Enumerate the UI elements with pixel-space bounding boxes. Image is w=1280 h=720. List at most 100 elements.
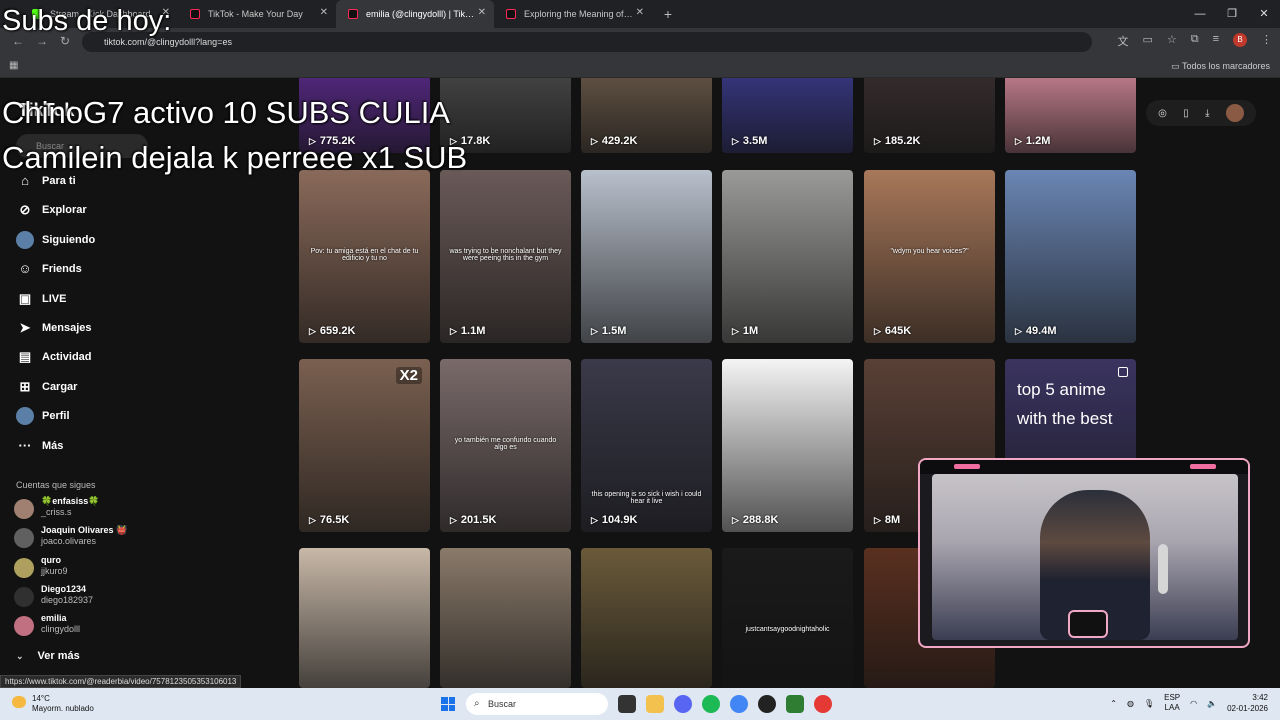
- apps-grid-icon[interactable]: ▦: [9, 60, 18, 71]
- video-card[interactable]: Pov: tu amiga está en el chat de tu edif…: [299, 170, 430, 343]
- video-caption: was trying to be nonchalant but they wer…: [449, 248, 562, 262]
- system-tray: ⌃ ◍ 🎙 ESP LAA ◠ 🔈 3:42 02-01-2026: [1110, 692, 1268, 714]
- file-explorer-icon[interactable]: [646, 695, 664, 713]
- chevron-up-icon[interactable]: ⌃: [1110, 699, 1117, 708]
- video-card[interactable]: this opening is so sick i wish i could h…: [581, 359, 712, 532]
- language-indicator[interactable]: ESP LAA: [1164, 693, 1180, 713]
- tab-emilia-profile[interactable]: emilia (@clingydolll) | TikTok ✕: [336, 0, 494, 28]
- taskbar-search[interactable]: ⌕ Buscar: [466, 693, 608, 715]
- chrome-icon[interactable]: [730, 695, 748, 713]
- tab-label: Exploring the Meaning of Nana: [524, 9, 634, 19]
- view-count: ▷ 659.2K: [309, 325, 355, 337]
- frame-decoration: [954, 464, 980, 469]
- video-card[interactable]: was trying to be nonchalant but they wer…: [440, 170, 571, 343]
- video-card[interactable]: [299, 548, 430, 688]
- start-button[interactable]: [441, 697, 455, 711]
- sidebar-item-explorar[interactable]: ⊘ Explorar: [16, 200, 87, 220]
- sidebar-item-label: Actividad: [42, 351, 92, 364]
- video-card[interactable]: [581, 548, 712, 688]
- close-icon[interactable]: ✕: [478, 7, 486, 18]
- sidebar-item-perfil[interactable]: Perfil: [16, 406, 70, 426]
- mic-icon[interactable]: 🎙: [1144, 699, 1154, 708]
- following-avatar-icon: [16, 230, 34, 249]
- video-card[interactable]: "wdym you hear voices?" ▷ 645K: [864, 170, 995, 343]
- app-icon[interactable]: [786, 695, 804, 713]
- video-card[interactable]: ▷ 1.5M: [581, 170, 712, 343]
- video-card[interactable]: ▷ 429.2K: [581, 78, 712, 153]
- view-count-value: 288.8K: [742, 514, 779, 526]
- sidebar-item-actividad[interactable]: ▤ Actividad: [16, 347, 92, 367]
- account-handle: joaco.olivares: [41, 536, 97, 547]
- account-handle: jjkuro9: [41, 565, 68, 576]
- play-icon: ▷: [874, 514, 881, 525]
- taskbar-search-placeholder: Buscar: [488, 699, 517, 709]
- video-card[interactable]: X2 ▷ 76.5K: [299, 359, 430, 532]
- user-avatar[interactable]: [1225, 104, 1244, 122]
- sidebar-item-live[interactable]: ▣ LIVE: [16, 289, 67, 309]
- video-caption: Pov: tu amiga está en el chat de tu edif…: [310, 248, 419, 262]
- video-card[interactable]: yo también me confundo cuando algo es ▷ 20…: [440, 359, 571, 532]
- weather-icon: [12, 696, 26, 708]
- tab-nana[interactable]: Exploring the Meaning of Nana ✕: [494, 0, 652, 28]
- address-bar-row: ← → ↻ tiktok.com/@clingydolll?lang=es 文 …: [0, 28, 1280, 56]
- sidebar-item-más[interactable]: ··· Más: [16, 436, 64, 456]
- spotify-icon[interactable]: [702, 695, 720, 713]
- all-bookmarks-folder[interactable]: ▭ Todos los marcadores: [1171, 61, 1270, 72]
- device-icon[interactable]: ▯: [1183, 108, 1189, 119]
- profile-avatar[interactable]: B: [1233, 33, 1247, 47]
- download-icon[interactable]: ⤓: [1205, 108, 1209, 119]
- close-window-icon[interactable]: ✕: [1248, 0, 1280, 28]
- clock[interactable]: 3:42 02-01-2026: [1227, 692, 1268, 714]
- cast-icon[interactable]: ▭: [1142, 33, 1152, 49]
- view-count-value: 8M: [884, 514, 901, 526]
- video-card[interactable]: ▷ 288.8K: [722, 359, 853, 532]
- record-icon[interactable]: [814, 695, 832, 713]
- see-more-button[interactable]: ⌄ Ver más: [16, 650, 80, 662]
- date: 02-01-2026: [1227, 704, 1268, 713]
- account-name: 🍀enfasiss🍀: [41, 496, 100, 506]
- avatar: [14, 499, 34, 519]
- restore-icon[interactable]: ❐: [1216, 0, 1248, 28]
- url-input[interactable]: tiktok.com/@clingydolll?lang=es: [82, 32, 1092, 52]
- task-view-icon[interactable]: [618, 695, 636, 713]
- tiktok-icon: [506, 9, 516, 19]
- tab-tiktok-home[interactable]: TikTok - Make Your Day ✕: [178, 0, 336, 28]
- search-icon: ⌕: [474, 698, 480, 709]
- bookmark-star-icon[interactable]: ☆: [1167, 33, 1177, 49]
- sidebar-item-mensajes[interactable]: ➤ Mensajes: [16, 318, 92, 338]
- wifi-icon[interactable]: ◠: [1190, 699, 1197, 708]
- following-title: Cuentas que sigues: [16, 480, 96, 490]
- volume-icon[interactable]: 🔈: [1207, 699, 1217, 708]
- coins-icon[interactable]: ◎: [1158, 108, 1167, 119]
- sidebar-item-siguiendo[interactable]: Siguiendo: [16, 230, 95, 250]
- video-card[interactable]: ▷ 49.4M: [1005, 170, 1136, 343]
- network-icon[interactable]: ◍: [1127, 699, 1134, 708]
- obs-icon[interactable]: [758, 695, 776, 713]
- menu-icon[interactable]: ⋮: [1261, 33, 1272, 49]
- weather-widget[interactable]: 14°C Mayorm. nublado: [12, 694, 94, 714]
- video-card[interactable]: [440, 548, 571, 688]
- sidebar-item-cargar[interactable]: ⊞ Cargar: [16, 377, 78, 397]
- play-icon: ▷: [309, 514, 316, 525]
- close-icon[interactable]: ✕: [320, 7, 328, 18]
- video-card[interactable]: ▷ 1M: [722, 170, 853, 343]
- media-icon[interactable]: ≡: [1213, 33, 1219, 49]
- friends-icon: ☺: [18, 261, 32, 277]
- video-card[interactable]: ▷ 3.5M: [722, 78, 853, 153]
- close-icon[interactable]: ✕: [636, 7, 644, 18]
- video-card[interactable]: justcantsaygoodnightaholic: [722, 548, 853, 688]
- extensions-icon[interactable]: ⧉: [1191, 33, 1199, 49]
- play-icon: ▷: [1015, 325, 1022, 336]
- url-text: tiktok.com/@clingydolll?lang=es: [104, 37, 232, 47]
- translate-icon[interactable]: 文: [1117, 33, 1128, 49]
- discord-icon[interactable]: [674, 695, 692, 713]
- minimize-icon[interactable]: —: [1184, 0, 1216, 28]
- video-card[interactable]: ▷ 1.2M: [1005, 78, 1136, 153]
- video-overlay-text: X2: [395, 367, 422, 384]
- sidebar-item-friends[interactable]: ☺ Friends: [16, 259, 81, 279]
- screen: Stream - Kick Dashboard ✕ TikTok - Make …: [0, 0, 1280, 720]
- new-tab-button[interactable]: +: [656, 6, 680, 22]
- compass-icon: ⊘: [19, 202, 31, 218]
- video-card[interactable]: ▷ 185.2K: [864, 78, 995, 153]
- view-count-value: 1.5M: [601, 325, 627, 337]
